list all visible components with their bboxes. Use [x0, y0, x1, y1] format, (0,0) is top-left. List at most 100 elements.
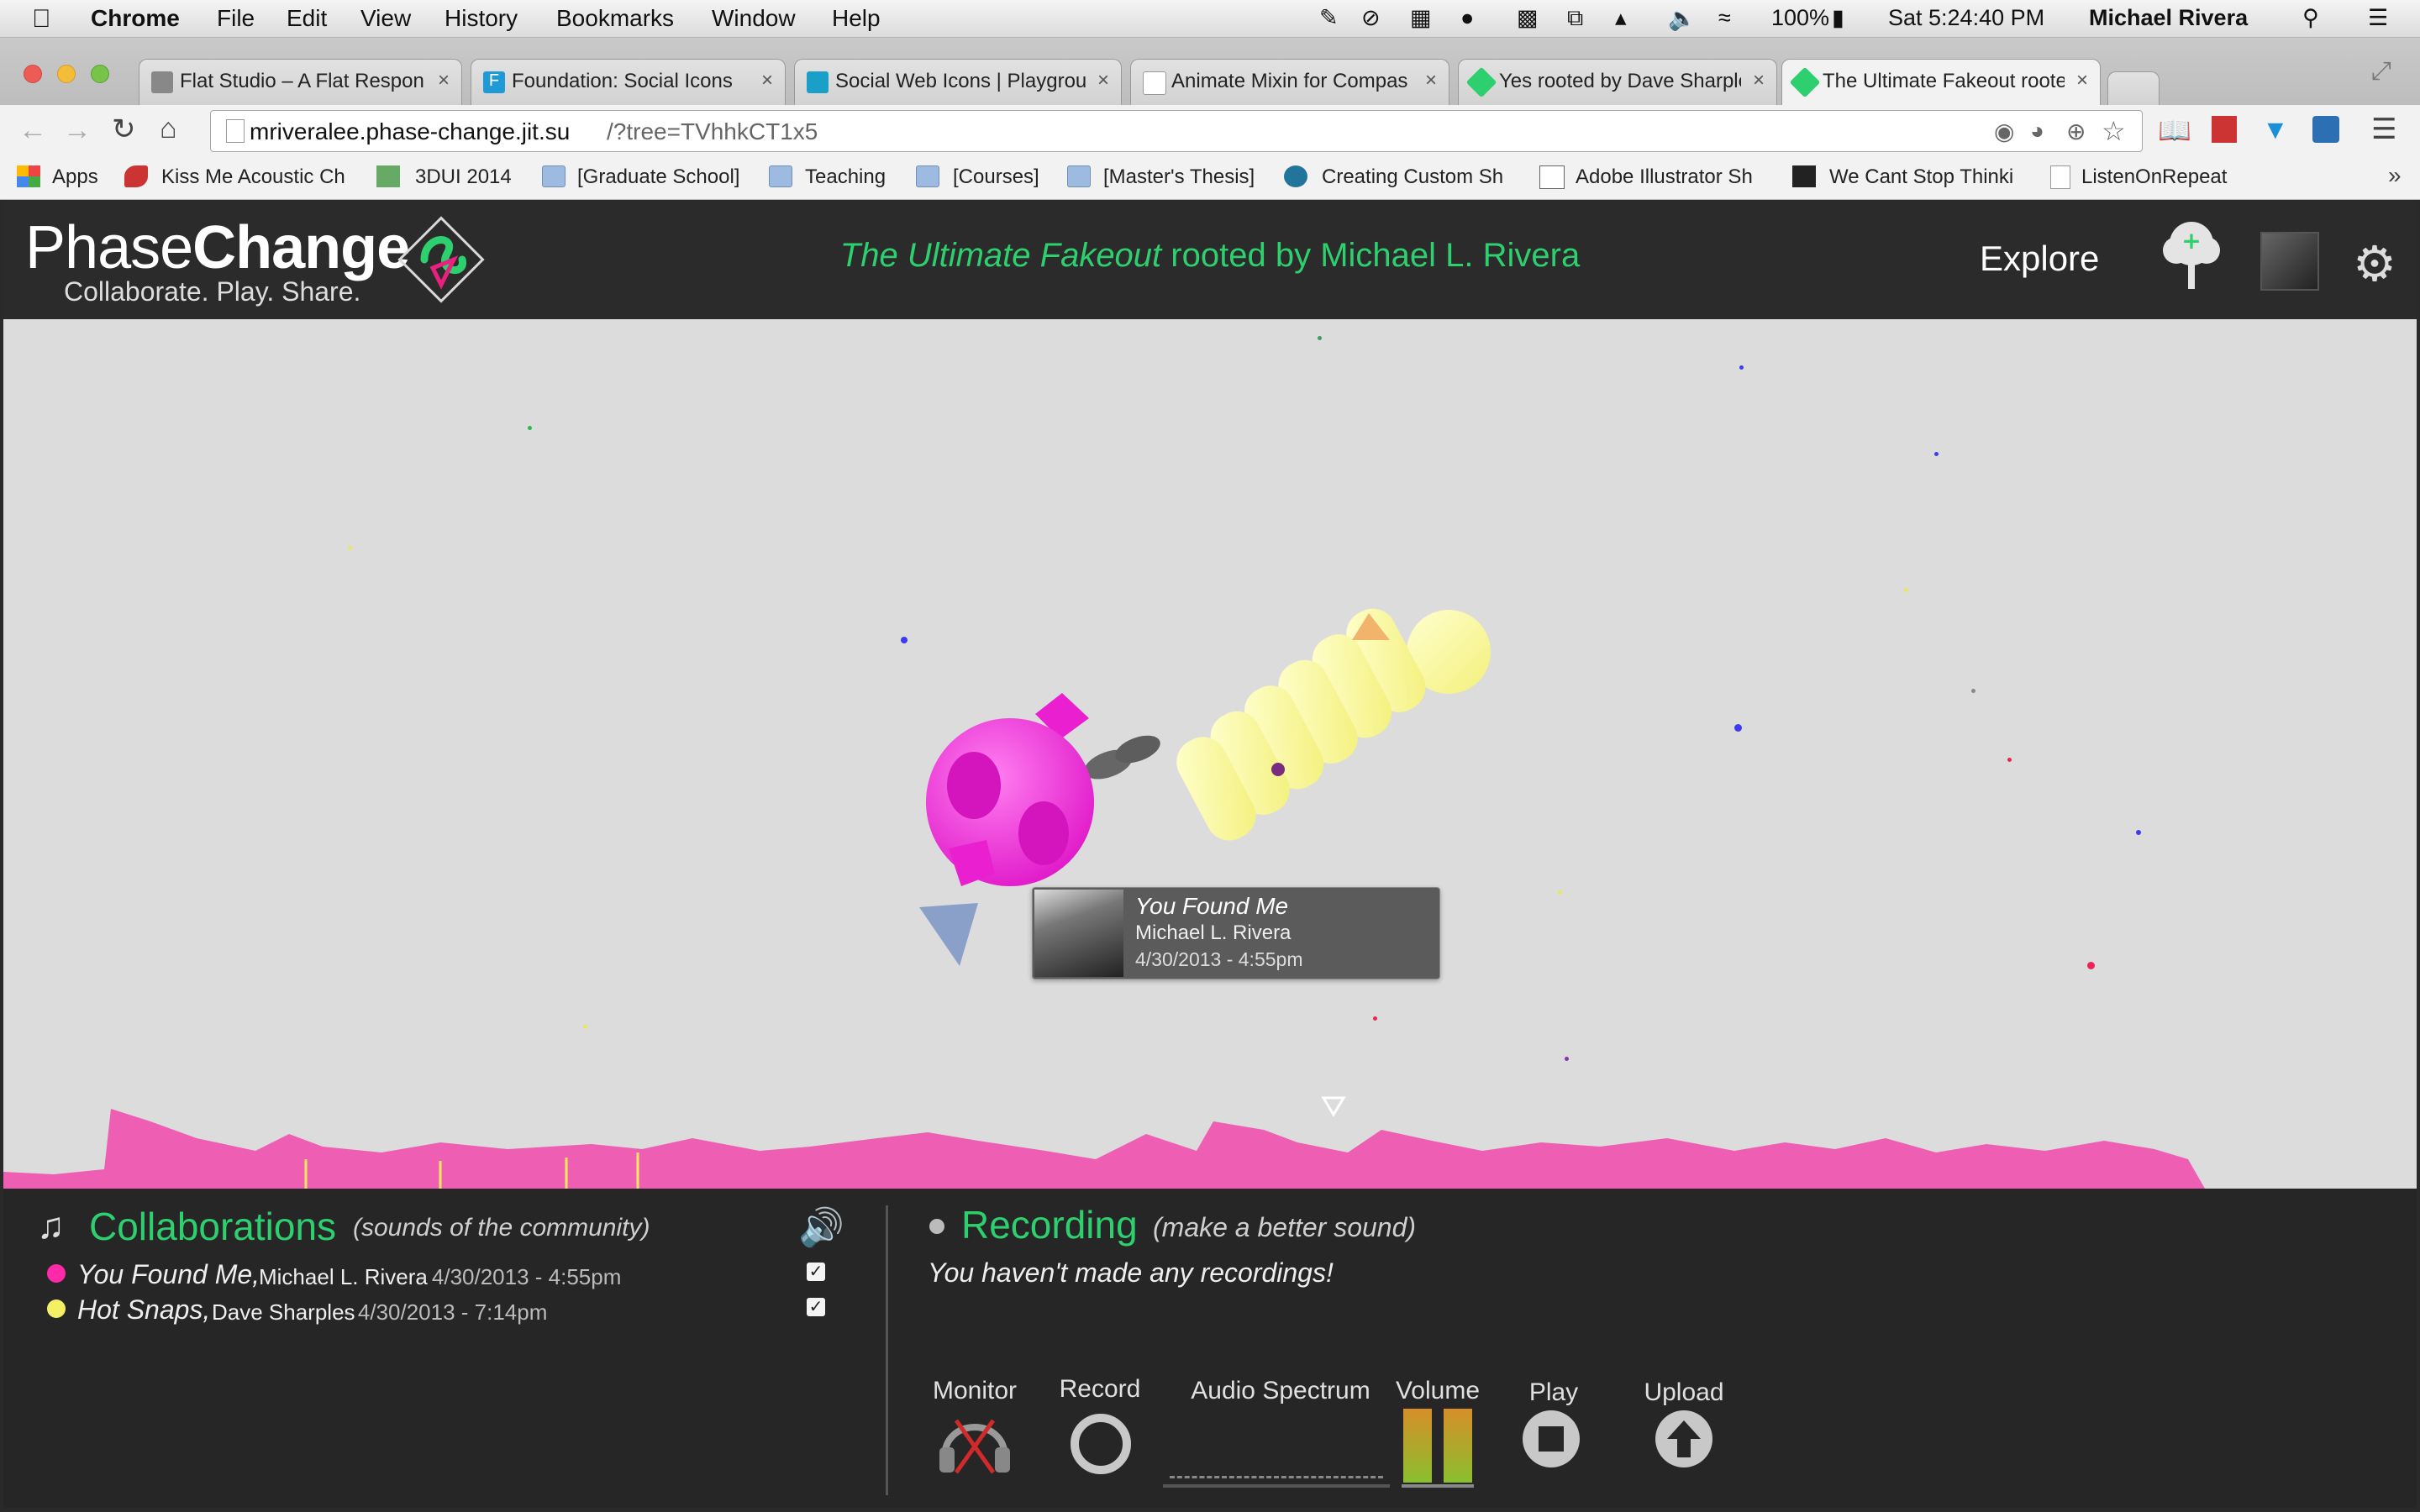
adblock-icon[interactable]: ◉ [1994, 118, 2014, 145]
folder-icon [769, 165, 792, 187]
reload-icon[interactable]: ↻ [112, 113, 136, 146]
collaboration-item[interactable]: You Found Me, Michael L. Rivera - 4/30/2… [42, 1259, 849, 1293]
wifi-icon[interactable]: ≈ [1718, 5, 1731, 31]
address-bar[interactable]: mriveralee.phase-change.jit.su /?tree=TV… [210, 110, 2143, 152]
forward-icon[interactable]: → [63, 114, 92, 147]
window-zoom-button[interactable] [91, 65, 109, 83]
stop-square-icon [1539, 1426, 1564, 1452]
zoom-icon[interactable]: ⊕ [2066, 118, 2086, 145]
terminal-icon[interactable]: ▩ [1517, 5, 1539, 31]
new-tab-button[interactable] [2107, 71, 2160, 105]
bookmark-3dui[interactable]: 3DUI 2014 [415, 165, 512, 189]
svg-text:+: + [2181, 227, 2201, 255]
app-header: PhaseChange Collaborate. Play. Share. Th… [3, 200, 2417, 319]
bookmark-creating-custom[interactable]: Creating Custom Sh [1322, 165, 1511, 189]
bookmarks-overflow-icon[interactable]: » [2388, 162, 2402, 189]
window-minimize-button[interactable] [57, 65, 76, 83]
volume-floor [1402, 1484, 1474, 1488]
tab-close-icon[interactable]: × [2076, 69, 2088, 92]
flat-favicon-icon [151, 71, 173, 93]
record-label: Record [1059, 1375, 1141, 1403]
menubar-user[interactable]: Michael Rivera [2089, 5, 2248, 31]
bookmark-teaching[interactable]: Teaching [805, 165, 886, 189]
tab-close-icon[interactable]: × [761, 69, 773, 92]
tab-flat-studio[interactable]: Flat Studio – A Flat Respon × [139, 59, 462, 105]
menubar-clock[interactable]: Sat 5:24:40 PM [1888, 5, 2044, 31]
bookmark-apps[interactable]: Apps [52, 165, 98, 189]
bookmark-adobe-illustrator[interactable]: Adobe Illustrator Sh [1576, 165, 1767, 189]
volume-meter[interactable] [1402, 1409, 1474, 1488]
menu-view[interactable]: View [360, 5, 411, 32]
volume-icon[interactable]: 🔈 [1668, 5, 1697, 32]
bookmark-star-icon[interactable]: ☆ [2102, 115, 2126, 147]
track-author: Michael L. Rivera [259, 1264, 428, 1289]
tree-visualization-stage[interactable]: You Found Me Michael L. Rivera 4/30/2013… [3, 319, 2417, 1189]
fullscreen-icon[interactable]: ⤢ [2371, 57, 2391, 86]
grid-icon[interactable]: ▦ [1410, 5, 1432, 31]
window-close-button[interactable] [24, 65, 42, 83]
lightbulb-icon[interactable]: ◕ [2030, 118, 2044, 144]
bookmark-we-cant-stop[interactable]: We Cant Stop Thinki [1829, 165, 2023, 189]
extension-icon[interactable] [2312, 116, 2339, 143]
menu-file[interactable]: File [217, 5, 255, 32]
track-title[interactable]: You Found Me, [77, 1259, 260, 1290]
track-checkbox[interactable]: ✓ [807, 1298, 825, 1316]
tab-close-icon[interactable]: × [1753, 69, 1765, 92]
sound-tooltip[interactable]: You Found Me Michael L. Rivera 4/30/2013… [1032, 887, 1440, 979]
bookmark-kiss-me[interactable]: Kiss Me Acoustic Ch [161, 165, 350, 189]
recording-subtitle: (make a better sound) [1153, 1212, 1417, 1242]
bookmark-courses[interactable]: [Courses] [953, 165, 1039, 189]
paw-icon[interactable]: ✎ [1319, 5, 1339, 31]
bookmark-masters-thesis[interactable]: [Master's Thesis] [1103, 165, 1255, 189]
play-stop-button[interactable] [1523, 1410, 1580, 1467]
tab-close-icon[interactable]: × [1425, 69, 1437, 92]
user-avatar[interactable] [2260, 232, 2319, 291]
monitor-headphones-icon[interactable] [934, 1409, 1015, 1476]
audio-spectrum-display [1163, 1412, 1390, 1488]
copy-icon[interactable]: ⧉ [1567, 5, 1583, 32]
tab-close-icon[interactable]: × [438, 69, 450, 92]
tab-ultimate-fakeout[interactable]: The Ultimate Fakeout roote × [1781, 59, 2101, 105]
menu-help[interactable]: Help [832, 5, 881, 32]
menu-window[interactable]: Window [712, 5, 796, 32]
tab-foundation[interactable]: F Foundation: Social Icons × [471, 59, 786, 105]
explore-link[interactable]: Explore [1980, 239, 2099, 279]
sync-icon[interactable]: ⊘ [1361, 5, 1381, 31]
brand-tagline: Collaborate. Play. Share. [64, 276, 361, 307]
menu-edit[interactable]: Edit [287, 5, 327, 32]
yellow-node-cluster[interactable] [1153, 601, 1491, 849]
tab-animate-mixin[interactable]: Animate Mixin for Compas × [1130, 59, 1449, 105]
spotlight-icon[interactable]: ⚲ [2302, 5, 2319, 31]
pdf-extension-icon[interactable] [2212, 116, 2237, 143]
bookmark-graduate-school[interactable]: [Graduate School] [577, 165, 739, 189]
track-title[interactable]: Hot Snaps, [77, 1294, 210, 1326]
settings-gear-icon[interactable]: ⚙ [2353, 235, 2396, 292]
record-button[interactable] [1071, 1414, 1131, 1474]
reader-icon[interactable]: 📖 [2158, 114, 2191, 146]
bookmark-listenonrepeat[interactable]: ListenOnRepeat [2081, 165, 2227, 189]
back-icon[interactable]: ← [18, 114, 47, 147]
collaboration-item[interactable]: Hot Snaps, Dave Sharples - 4/30/2013 - 7… [42, 1294, 849, 1328]
tab-yes-rooted[interactable]: Yes rooted by Dave Sharple × [1458, 59, 1777, 105]
menu-history[interactable]: History [445, 5, 518, 32]
airplay-icon[interactable]: ▴ [1615, 5, 1627, 31]
apple-icon[interactable]:  [32, 5, 51, 34]
notification-center-icon[interactable]: ☰ [2368, 5, 2388, 31]
home-icon[interactable]: ⌂ [160, 113, 177, 145]
chrome-menu-icon[interactable]: ☰ [2371, 113, 2396, 146]
wordpress-icon [1284, 165, 1307, 187]
track-checkbox[interactable]: ✓ [807, 1263, 825, 1281]
menu-bookmarks[interactable]: Bookmarks [556, 5, 674, 32]
rooted-by[interactable]: rooted by Michael L. Rivera [1171, 237, 1580, 274]
upload-button[interactable] [1655, 1410, 1712, 1467]
menu-app-name[interactable]: Chrome [91, 5, 180, 32]
vimeo-extension-icon[interactable]: ▼ [2262, 114, 2289, 145]
tab-close-icon[interactable]: × [1097, 69, 1109, 92]
battery-icon[interactable]: ▮ [1832, 5, 1844, 31]
bell-icon[interactable]: ● [1460, 5, 1474, 31]
tab-social-web-icons[interactable]: Social Web Icons | Playgrou × [794, 59, 1122, 105]
speaker-volume-icon[interactable]: 🔊 [798, 1205, 844, 1249]
tree-title[interactable]: The Ultimate Fakeout [840, 237, 1161, 274]
plant-tree-icon[interactable]: + [2161, 218, 2222, 294]
tab-label: Animate Mixin for Compas [1171, 70, 1408, 92]
